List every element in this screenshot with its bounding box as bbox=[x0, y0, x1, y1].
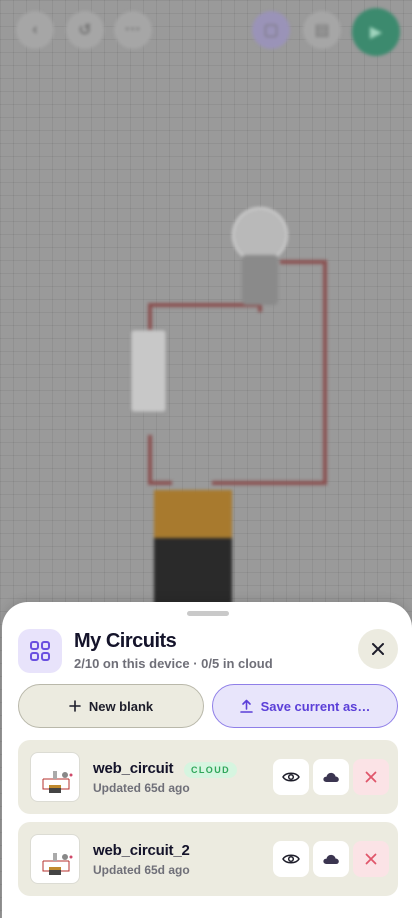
bulb-icon bbox=[232, 207, 288, 263]
save-current-label: Save current as… bbox=[260, 698, 371, 714]
close-icon bbox=[365, 771, 377, 783]
grid-icon bbox=[18, 629, 62, 673]
upload-icon bbox=[239, 699, 253, 713]
circuit-thumbnail bbox=[30, 752, 80, 802]
circuit-updated: Updated 65d ago bbox=[93, 863, 190, 877]
circuit-card[interactable]: web_circuit CLOUD Updated 65d ago bbox=[18, 740, 398, 814]
circuit-thumbnail bbox=[30, 834, 80, 884]
plus-icon bbox=[69, 700, 81, 712]
my-circuits-sheet: My Circuits 2/10 on this device · 0/5 in… bbox=[2, 602, 412, 918]
circuit-name: web_circuit bbox=[93, 760, 174, 777]
new-blank-button[interactable]: New blank bbox=[18, 684, 204, 728]
eye-icon bbox=[282, 854, 300, 864]
save-current-button[interactable]: Save current as… bbox=[212, 684, 398, 728]
new-blank-label: New blank bbox=[88, 698, 154, 714]
resistor-icon bbox=[130, 329, 167, 413]
eye-icon bbox=[282, 772, 300, 782]
view-button[interactable] bbox=[273, 841, 309, 877]
view-button[interactable] bbox=[273, 759, 309, 795]
storage-summary: 2/10 on this device · 0/5 in cloud bbox=[74, 656, 273, 671]
cloud-button[interactable] bbox=[313, 759, 349, 795]
close-icon bbox=[372, 643, 384, 655]
battery-icon bbox=[154, 490, 232, 540]
circuit-updated: Updated 65d ago bbox=[93, 781, 190, 795]
close-icon bbox=[365, 853, 377, 865]
cloud-badge: CLOUD bbox=[184, 762, 237, 778]
cloud-icon bbox=[323, 854, 339, 864]
delete-button[interactable] bbox=[353, 759, 389, 795]
cloud-button[interactable] bbox=[313, 841, 349, 877]
circuit-card[interactable]: web_circuit_2 Updated 65d ago bbox=[18, 822, 398, 896]
delete-button[interactable] bbox=[353, 841, 389, 877]
sheet-drag-handle[interactable] bbox=[187, 611, 229, 616]
sheet-title: My Circuits bbox=[74, 630, 177, 652]
close-button[interactable] bbox=[358, 629, 398, 669]
circuit-name: web_circuit_2 bbox=[93, 842, 190, 859]
cloud-icon bbox=[323, 772, 339, 782]
